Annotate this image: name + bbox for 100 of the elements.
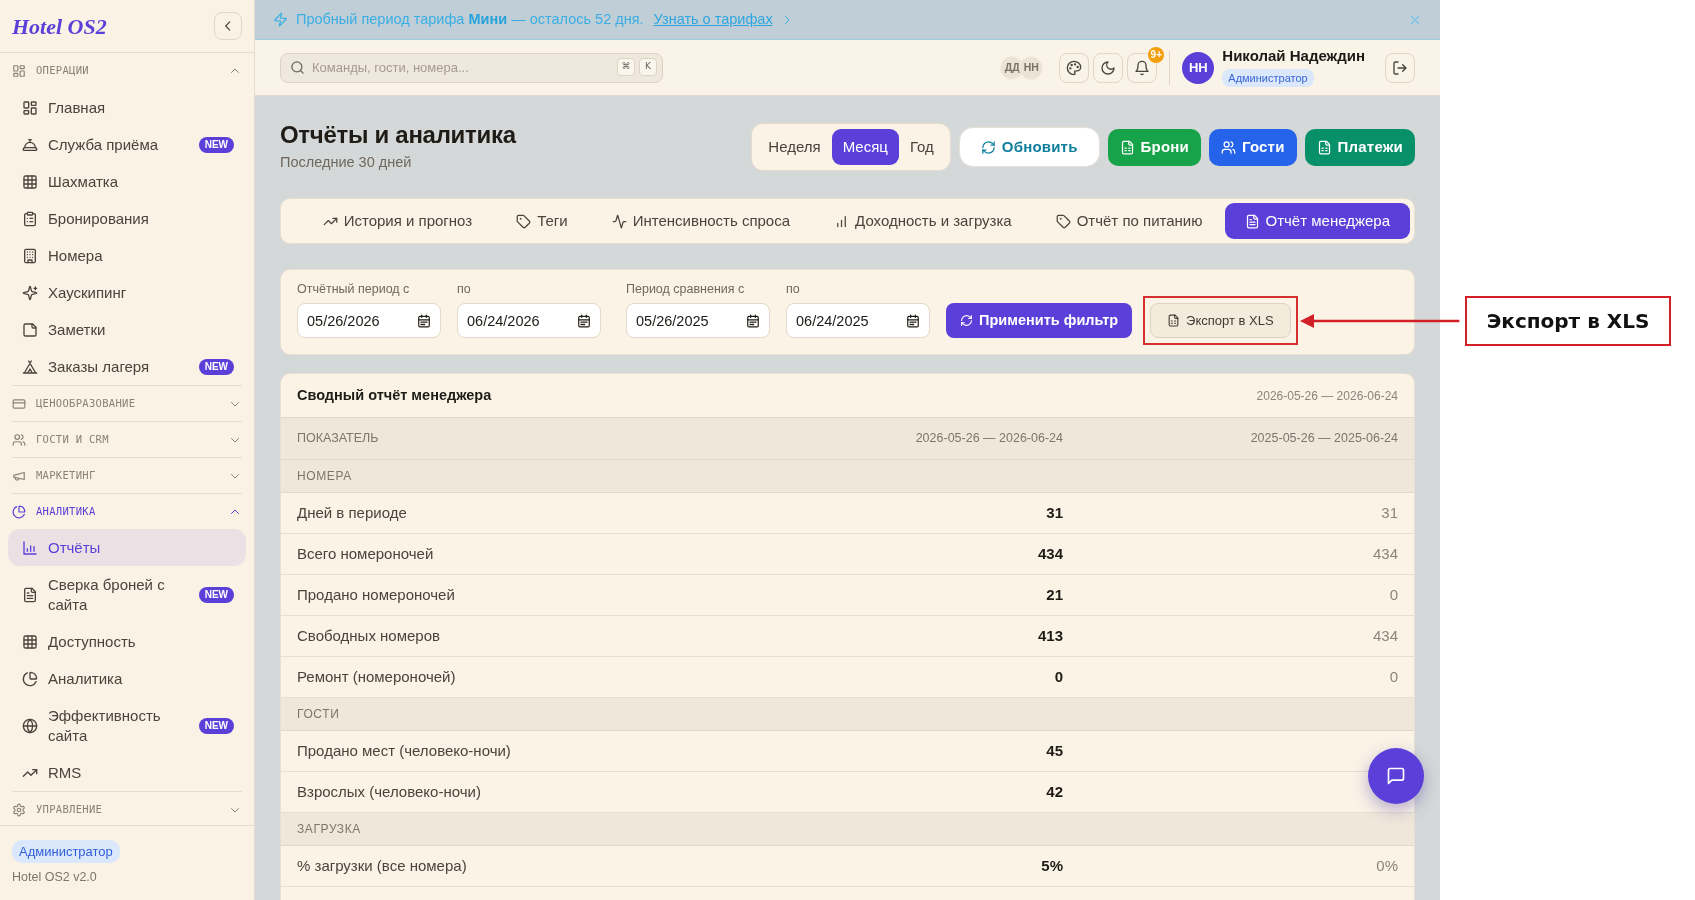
column-header: 2026-05-26 — 2026-06-24	[848, 417, 1079, 460]
sidebar-item[interactable]: Эффективность сайта NEW	[8, 697, 246, 754]
table-cell: Продано номероночей	[281, 574, 848, 616]
collapse-sidebar-button[interactable]	[214, 12, 242, 40]
palette-icon	[1066, 59, 1083, 76]
table-cell: 42	[848, 771, 1079, 813]
card-icon	[12, 396, 26, 411]
table-cell: 0	[1079, 656, 1414, 698]
sidebar-item[interactable]: Хаускипинг	[8, 274, 246, 311]
sidebar-item[interactable]: Заметки	[8, 311, 246, 348]
sidebar-item[interactable]: Бронирования	[8, 200, 246, 237]
calendar-icon	[577, 313, 591, 328]
date-field[interactable]: 06/24/2025	[786, 303, 930, 338]
sidebar-item[interactable]: RMS	[8, 754, 246, 791]
pie-chart-icon	[22, 670, 38, 687]
sidebar-item[interactable]: Служба приёма NEW	[8, 126, 246, 163]
bell-icon	[1134, 59, 1151, 76]
sidebar-item[interactable]: Отчёты	[8, 529, 246, 566]
report-tab[interactable]: История и прогноз	[300, 203, 495, 239]
sidebar-item[interactable]: Номера	[8, 237, 246, 274]
section-header[interactable]: МАРКЕТИНГ	[12, 457, 242, 493]
table-cell: 31	[848, 492, 1079, 534]
document-icon	[22, 586, 38, 603]
period-tab[interactable]: Год	[898, 128, 945, 166]
table-cell: Свободных номеров	[281, 615, 848, 657]
period-tab[interactable]: Месяц	[831, 128, 899, 166]
notification-count: 9+	[1148, 46, 1165, 63]
date-field[interactable]: 05/26/2025	[626, 303, 770, 338]
field-label: по	[457, 282, 472, 297]
report-tab[interactable]: Доходность и загрузка	[812, 203, 1034, 239]
sidebar-item[interactable]: Аналитика	[8, 660, 246, 697]
dark-mode-button[interactable]	[1093, 52, 1124, 83]
table-cell: Ремонт (номероночей)	[281, 656, 848, 698]
pulse-icon	[611, 213, 627, 229]
grid-icon	[22, 173, 38, 190]
tag-icon	[516, 213, 532, 229]
version-text: Hotel OS2 v2.0	[12, 869, 97, 886]
refresh-button[interactable]: Обновить	[958, 127, 1100, 167]
dashboard-icon	[22, 99, 38, 116]
report-tab[interactable]: Теги	[494, 203, 590, 239]
refresh-icon	[960, 314, 973, 327]
new-badge: NEW	[198, 586, 234, 603]
note-icon	[22, 321, 38, 338]
building-icon	[22, 247, 38, 264]
export-button[interactable]: Экспорт в XLS	[1150, 303, 1291, 338]
theme-button[interactable]	[1059, 52, 1090, 83]
table-cell: % загрузки (все номера)	[281, 845, 848, 887]
dashboard-icon	[12, 64, 26, 78]
user-name: Николай Надеждин	[1222, 46, 1365, 65]
section-header[interactable]: ГОСТИ И CRM	[12, 421, 242, 457]
sidebar-item[interactable]: Заказы лагеря NEW	[8, 348, 246, 385]
user-avatar[interactable]: НН	[1182, 51, 1215, 84]
section-header[interactable]: ЦЕНООБРАЗОВАНИЕ	[12, 385, 242, 421]
document-icon	[1244, 213, 1260, 229]
table-cell: 434	[1079, 533, 1414, 575]
grid-icon	[22, 633, 38, 650]
spreadsheet-icon	[1316, 139, 1332, 155]
date-field[interactable]: 06/24/2026	[457, 303, 601, 338]
sidebar-item[interactable]: Главная	[8, 89, 246, 126]
apply-filter-button[interactable]: Применить фильтр	[946, 303, 1133, 338]
page-subtitle: Последние 30 дней	[280, 153, 413, 172]
app-logo[interactable]: Hotel OS2	[12, 9, 107, 43]
table-cell: 413	[848, 615, 1079, 657]
bar-chart-icon	[22, 539, 38, 556]
users-icon	[1220, 139, 1236, 155]
tent-icon	[22, 358, 38, 375]
section-row: ГОСТИ	[281, 697, 1414, 731]
logout-icon	[1392, 59, 1408, 76]
globe-icon	[22, 717, 38, 734]
sidebar-item[interactable]: Сверка броней с сайта NEW	[8, 566, 246, 623]
tag-icon	[1055, 213, 1071, 229]
table-cell: Взрослых (человеко-ночи)	[281, 771, 848, 813]
sidebar-item[interactable]: Шахматка	[8, 163, 246, 200]
table-cell: 0	[1079, 574, 1414, 616]
page-title: Отчёты и аналитика	[280, 120, 516, 150]
sparkles-icon	[22, 284, 38, 301]
table-cell: Дней в периоде	[281, 492, 848, 534]
column-header: ПОКАЗАТЕЛЬ	[281, 417, 848, 460]
report-tab[interactable]: Интенсивность спроса	[589, 203, 813, 239]
date-range: 2026-05-26 — 2026-06-24	[1256, 387, 1398, 405]
report-tab[interactable]: Отчёт менеджера	[1224, 203, 1410, 239]
spreadsheet-icon	[1119, 139, 1135, 155]
sidebar-item[interactable]: Доступность	[8, 623, 246, 660]
chat-icon	[1386, 766, 1406, 786]
calendar-icon	[746, 313, 760, 328]
new-badge: NEW	[198, 136, 234, 153]
initials-avatar[interactable]: НН	[1019, 55, 1044, 80]
settings-icon	[12, 802, 26, 817]
calendar-icon	[417, 313, 431, 328]
logout-button[interactable]	[1385, 52, 1415, 83]
table-cell: 0%	[1079, 845, 1414, 887]
report-tab[interactable]: Отчёт по питанию	[1033, 203, 1225, 239]
table-cell: 434	[848, 533, 1079, 575]
payments-button[interactable]: Платежи	[1304, 128, 1415, 166]
section-header[interactable]: ОПЕРАЦИИ	[12, 53, 242, 89]
table-cell: Продано мест (человеко-ночи)	[281, 730, 848, 772]
section-row: НОМЕРА	[281, 459, 1414, 493]
guests-button[interactable]: Гости	[1208, 128, 1297, 166]
date-field[interactable]: 05/26/2026	[297, 303, 441, 338]
period-tab[interactable]: Неделя	[757, 128, 832, 166]
